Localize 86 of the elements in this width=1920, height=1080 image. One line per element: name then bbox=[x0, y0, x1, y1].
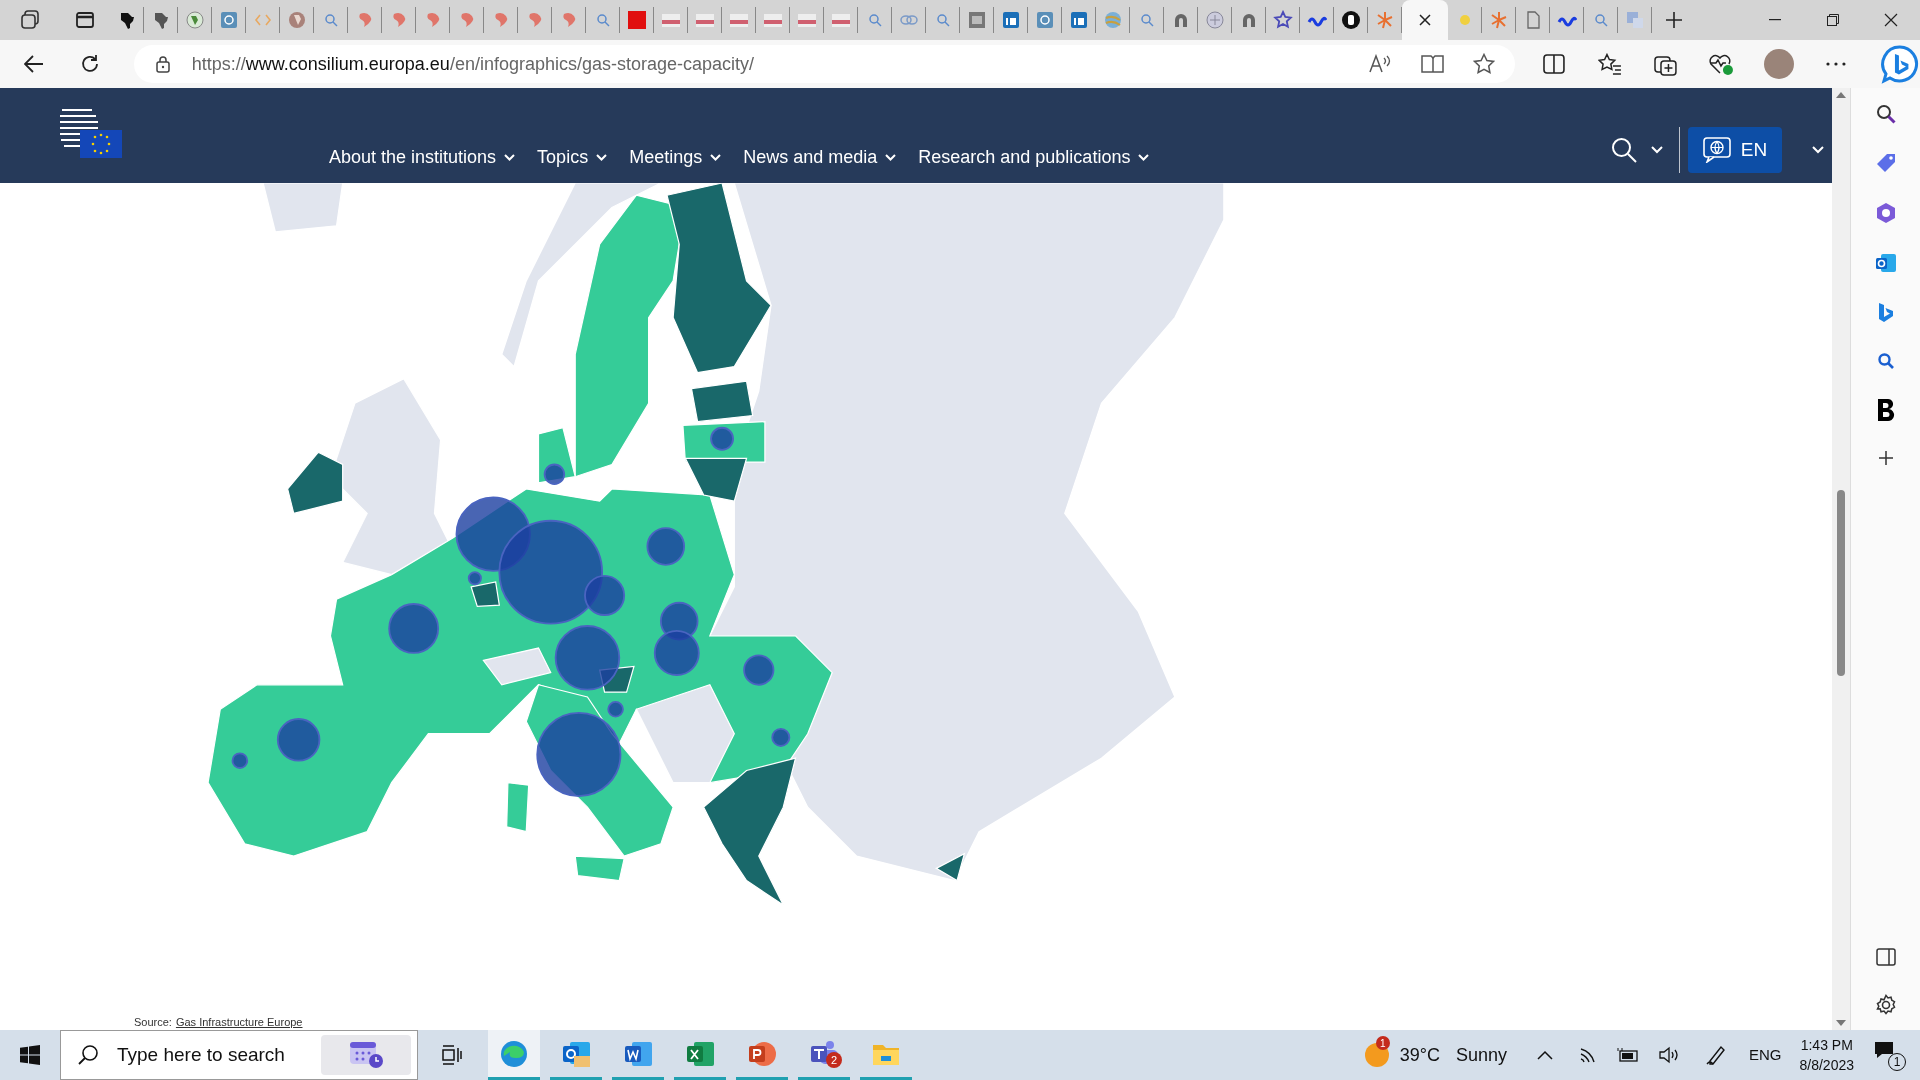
weather-badge: 1 bbox=[1375, 1036, 1390, 1050]
favorites-icon[interactable] bbox=[1597, 53, 1622, 75]
outlook-icon[interactable] bbox=[1874, 252, 1897, 274]
source-link[interactable]: Gas Infrastructure Europe bbox=[175, 1013, 303, 1030]
vertical-tabs-icon bbox=[75, 10, 95, 30]
language-indicator[interactable]: ENG bbox=[1749, 1043, 1782, 1067]
nav-menu-item[interactable]: Topics bbox=[537, 144, 608, 171]
battery-icon[interactable] bbox=[1617, 1048, 1639, 1062]
notification-badge: 1 bbox=[1888, 1053, 1906, 1071]
calendar-widget-icon[interactable] bbox=[321, 1035, 411, 1075]
app-badge: 2 bbox=[826, 1052, 842, 1068]
sidebar-toggle-icon[interactable] bbox=[1875, 948, 1896, 966]
minimize-icon bbox=[1769, 19, 1781, 21]
favicon-icon bbox=[1034, 10, 1055, 30]
plus-icon[interactable] bbox=[1877, 450, 1894, 466]
profile-avatar[interactable] bbox=[1764, 49, 1795, 79]
chat-icon[interactable] bbox=[1880, 44, 1920, 84]
scrollbar-thumb[interactable] bbox=[1837, 490, 1845, 676]
bold-b-icon[interactable] bbox=[1875, 398, 1896, 422]
settings-icon[interactable] bbox=[1874, 994, 1897, 1016]
back-arrow-icon bbox=[23, 55, 44, 73]
read-aloud-icon[interactable] bbox=[1368, 54, 1391, 74]
language-button[interactable]: EN bbox=[1688, 127, 1782, 173]
favicon-icon bbox=[1340, 10, 1361, 30]
notifications-icon[interactable] bbox=[1874, 1041, 1894, 1059]
favicon-icon bbox=[218, 10, 239, 30]
chevron-down-icon bbox=[710, 154, 722, 161]
search-icon bbox=[77, 1044, 99, 1066]
favicon-icon bbox=[966, 10, 987, 30]
taskbar-app[interactable] bbox=[488, 1030, 540, 1080]
source-label: Source: bbox=[134, 1014, 172, 1030]
clock[interactable]: 1:43 PM 8/8/2023 bbox=[1799, 1035, 1854, 1075]
favicon-icon bbox=[1102, 10, 1123, 30]
task-view-icon bbox=[440, 1045, 462, 1065]
page-scrollbar[interactable] bbox=[1832, 88, 1850, 1030]
nav-menu-item[interactable]: About the institutions bbox=[329, 144, 516, 171]
volume-icon[interactable] bbox=[1659, 1046, 1681, 1064]
nav-menu-item[interactable]: Research and publications bbox=[918, 144, 1150, 171]
windows-logo-icon bbox=[20, 1045, 40, 1065]
active-tab[interactable] bbox=[1402, 0, 1448, 40]
favicon-icon bbox=[286, 10, 307, 30]
taskbar-app[interactable]: 2 bbox=[798, 1030, 850, 1080]
chevron-down-icon bbox=[1138, 154, 1150, 161]
search-icon[interactable] bbox=[1611, 137, 1637, 163]
nav-menu-item[interactable]: News and media bbox=[743, 144, 897, 171]
plus-icon bbox=[1665, 11, 1683, 29]
search-icon[interactable] bbox=[1875, 104, 1896, 124]
address-bar[interactable]: https://www.consilium.europa.eu/en/infographics/gas-storage-capacity/ bbox=[133, 45, 1515, 83]
split-screen-icon[interactable] bbox=[1542, 54, 1565, 74]
weather-condition-text: Sunny bbox=[1455, 1043, 1507, 1067]
chevron-down-icon bbox=[885, 154, 897, 161]
weather-widget[interactable]: 1 39°C Sunny bbox=[1363, 1030, 1507, 1080]
favorite-star-icon[interactable] bbox=[1472, 53, 1495, 75]
search-input[interactable]: Type here to search bbox=[117, 1040, 317, 1070]
immersive-reader-icon[interactable] bbox=[1420, 54, 1445, 74]
chevron-down-icon bbox=[504, 154, 516, 161]
scroll-up-icon[interactable] bbox=[1836, 92, 1846, 98]
pen-icon[interactable] bbox=[1705, 1044, 1727, 1066]
health-icon[interactable] bbox=[1708, 52, 1735, 76]
language-icon bbox=[1702, 137, 1731, 163]
chevron-up-icon[interactable] bbox=[1537, 1050, 1553, 1060]
url-text: https://www.consilium.europa.eu/en/infographics/gas-storage-capacity/ bbox=[191, 52, 755, 76]
dropdown-caret-icon[interactable] bbox=[1812, 146, 1824, 154]
restore-icon bbox=[1827, 14, 1839, 26]
refresh-icon bbox=[79, 54, 100, 74]
close-tab-icon[interactable] bbox=[1418, 13, 1432, 27]
favicon-icon bbox=[1068, 10, 1089, 30]
taskbar-search-field[interactable]: Type here to search bbox=[60, 1030, 418, 1080]
more-options-icon[interactable] bbox=[1826, 62, 1847, 66]
temperature-text: 39°C bbox=[1399, 1043, 1440, 1067]
favicon-icon bbox=[1000, 10, 1021, 30]
favicon-icon bbox=[1624, 10, 1645, 30]
lock-icon bbox=[155, 55, 170, 73]
workspaces-icon bbox=[19, 9, 41, 31]
nav-menu-item[interactable]: Meetings bbox=[629, 144, 722, 171]
dropdown-caret-icon[interactable] bbox=[1651, 146, 1663, 154]
favicon-icon bbox=[626, 10, 647, 30]
favicon-icon bbox=[184, 10, 205, 30]
chevron-down-icon bbox=[596, 154, 608, 161]
close-icon bbox=[1884, 13, 1898, 27]
favicon-icon bbox=[1204, 10, 1225, 30]
favicon-icon bbox=[1272, 10, 1293, 30]
wifi-icon[interactable] bbox=[1579, 1046, 1597, 1064]
search-icon[interactable] bbox=[1876, 352, 1895, 370]
hexagon-icon[interactable] bbox=[1874, 202, 1897, 224]
scroll-down-icon[interactable] bbox=[1836, 1020, 1846, 1026]
